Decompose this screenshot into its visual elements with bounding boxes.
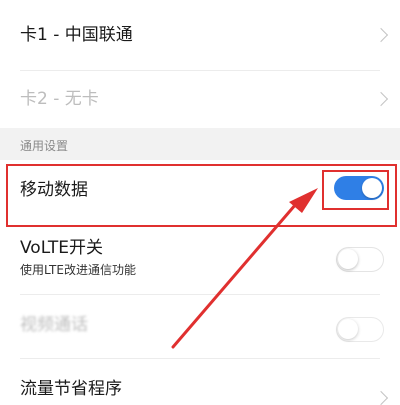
video-call-toggle bbox=[336, 317, 384, 342]
volte-description: 使用LTE改进通信功能 bbox=[20, 263, 136, 277]
section-header-general-settings: 通用设置 bbox=[0, 128, 400, 160]
highlight-box-toggle bbox=[322, 170, 389, 210]
video-call-row: 视频通话 bbox=[0, 295, 400, 358]
toggle-knob bbox=[338, 319, 358, 339]
sim-card-1-label: 卡1 - 中国联通 bbox=[20, 25, 133, 45]
chevron-right-icon bbox=[373, 390, 389, 405]
volte-toggle[interactable] bbox=[336, 247, 384, 272]
chevron-right-icon bbox=[373, 27, 389, 43]
data-saver-row[interactable]: 流量节省程序 bbox=[0, 359, 400, 405]
sim-card-2-label: 卡2 - 无卡 bbox=[20, 89, 99, 109]
volte-label: VoLTE开关 bbox=[20, 238, 103, 258]
data-saver-label: 流量节省程序 bbox=[20, 379, 122, 399]
sim-card-2-row: 卡2 - 无卡 bbox=[0, 71, 400, 128]
sim-card-1-row[interactable]: 卡1 - 中国联通 bbox=[0, 0, 400, 70]
video-call-label: 视频通话 bbox=[20, 315, 88, 335]
chevron-right-icon bbox=[373, 91, 389, 107]
toggle-knob bbox=[338, 249, 358, 269]
volte-row[interactable]: VoLTE开关 使用LTE改进通信功能 bbox=[0, 228, 400, 290]
section-header-label: 通用设置 bbox=[20, 139, 69, 153]
